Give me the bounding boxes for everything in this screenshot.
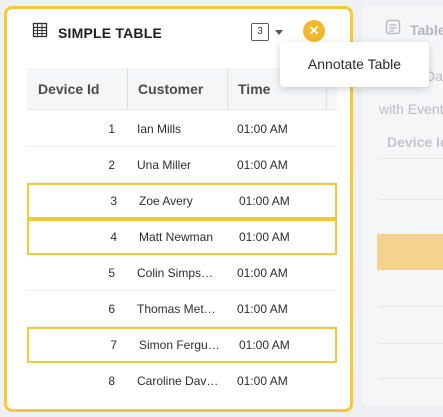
cell-time: 01:00 AM xyxy=(239,338,290,352)
cell-time: 01:00 AM xyxy=(237,373,288,388)
table-row[interactable]: 2 Una Miller 01:00 AM xyxy=(27,147,337,183)
cell-device-id: 8 xyxy=(108,373,115,388)
cell-time: 01:00 AM xyxy=(239,230,290,244)
cell-time: 01:00 AM xyxy=(237,121,288,136)
cell-customer: Ian Mills xyxy=(137,121,182,136)
caret-down-icon xyxy=(275,29,283,35)
table-row[interactable]: 8 Caroline Dav… 01:00 AM xyxy=(27,363,337,394)
background-widget-header: Table xyxy=(384,18,443,41)
selection-count-dropdown[interactable]: 3 xyxy=(251,23,283,41)
column-header-device-id[interactable]: Device Id xyxy=(27,68,127,110)
cell-customer: Zoe Avery xyxy=(139,194,193,208)
cell-customer: Matt Newman xyxy=(139,230,214,244)
selection-count: 3 xyxy=(251,23,269,41)
close-button[interactable]: ✕ xyxy=(303,20,325,42)
annotate-table-menu-item[interactable]: Annotate Table xyxy=(280,42,429,87)
cell-device-id: 1 xyxy=(108,121,115,136)
cell-device-id: 2 xyxy=(108,157,115,172)
highlighted-row xyxy=(377,234,443,270)
table-row[interactable]: 5 Colin Simps… 01:00 AM xyxy=(27,255,337,291)
table-row[interactable]: 4 Matt Newman 01:00 AM xyxy=(27,219,337,255)
table-row[interactable]: 7 Simon Fergu… 01:00 AM xyxy=(27,327,337,363)
data-table: Device Id Customer Time 1 Ian Mills 01:00 … xyxy=(27,68,337,394)
cell-time: 01:00 AM xyxy=(239,194,290,208)
table-row[interactable]: 1 Ian Mills 01:00 AM xyxy=(27,111,337,147)
widget-title: SIMPLE TABLE xyxy=(58,24,163,41)
table-row[interactable]: 6 Thomas Met… 01:00 AM xyxy=(27,291,337,327)
background-widget-title: Table xyxy=(410,21,443,38)
cell-time: 01:00 AM xyxy=(237,157,288,172)
cell-device-id: 4 xyxy=(110,230,117,244)
cell-time: 01:00 AM xyxy=(237,265,288,280)
divider xyxy=(378,306,443,307)
column-header-customer[interactable]: Customer xyxy=(127,68,227,110)
cell-time: 01:00 AM xyxy=(237,301,288,316)
cell-device-id: 6 xyxy=(108,301,115,316)
background-widget-text: with Event xyxy=(379,101,443,117)
cell-device-id: 5 xyxy=(108,265,115,280)
cell-customer: Colin Simps… xyxy=(137,265,214,280)
cell-customer: Caroline Dav… xyxy=(137,373,217,388)
divider xyxy=(378,343,443,344)
widget-title-group: SIMPLE TABLE xyxy=(32,22,162,43)
cell-customer: Simon Fergu… xyxy=(139,338,219,352)
divider xyxy=(378,378,443,379)
table-row[interactable]: 3 Zoe Avery 01:00 AM xyxy=(27,183,337,219)
annotate-menu: Annotate Table xyxy=(280,42,429,87)
cell-device-id: 3 xyxy=(110,194,117,208)
close-icon: ✕ xyxy=(308,23,320,38)
table-icon xyxy=(384,18,402,41)
divider xyxy=(378,158,443,159)
cell-customer: Thomas Met… xyxy=(137,301,216,316)
divider xyxy=(378,199,443,200)
background-column-header: Device Id xyxy=(387,134,443,150)
table-icon xyxy=(32,22,48,43)
cell-customer: Una Miller xyxy=(137,157,192,172)
cell-device-id: 7 xyxy=(110,338,117,352)
